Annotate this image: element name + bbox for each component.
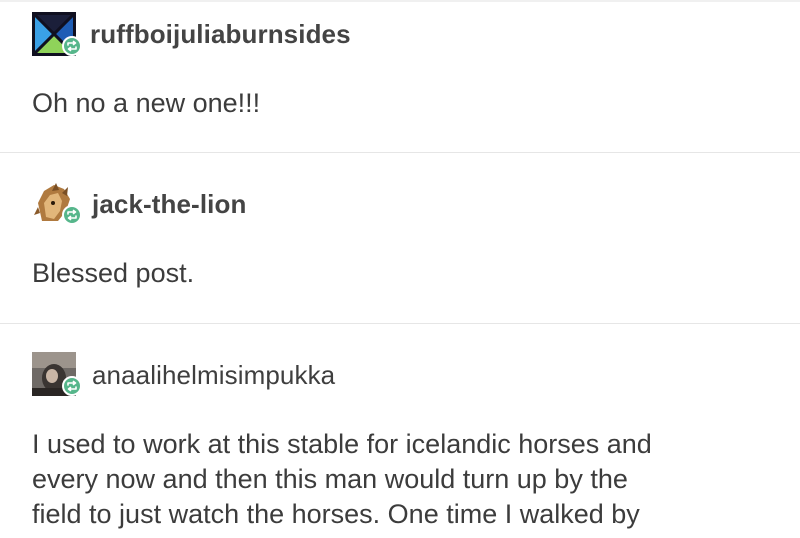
username[interactable]: ruffboijuliaburnsides xyxy=(90,19,351,50)
reblog-icon xyxy=(62,376,82,396)
username[interactable]: jack-the-lion xyxy=(92,189,246,220)
post-body: Blessed post. xyxy=(32,256,194,291)
reblog-entry-2: jack-the-lion Blessed post. xyxy=(0,153,800,323)
reblog-icon xyxy=(62,205,82,225)
post-body: Oh no a new one!!! xyxy=(32,86,260,121)
reblog-entry-1: ruffboijuliaburnsides Oh no a new one!!! xyxy=(0,0,800,150)
body-line: I used to work at this stable for icelan… xyxy=(32,429,652,459)
body-line: every now and then this man would turn u… xyxy=(32,464,628,494)
body-line: Oh no a new one!!! xyxy=(32,88,261,118)
avatar[interactable] xyxy=(32,352,82,396)
avatar[interactable] xyxy=(32,12,82,56)
username[interactable]: anaalihelmisimpukka xyxy=(92,360,335,391)
avatar[interactable] xyxy=(32,181,82,225)
body-line: Blessed post. xyxy=(32,258,195,288)
body-line: field to just watch the horses. One time… xyxy=(32,499,640,529)
reblog-icon xyxy=(62,36,82,56)
post-body: I used to work at this stable for icelan… xyxy=(32,427,652,532)
reblog-entry-3: anaalihelmisimpukka I used to work at th… xyxy=(0,324,800,538)
